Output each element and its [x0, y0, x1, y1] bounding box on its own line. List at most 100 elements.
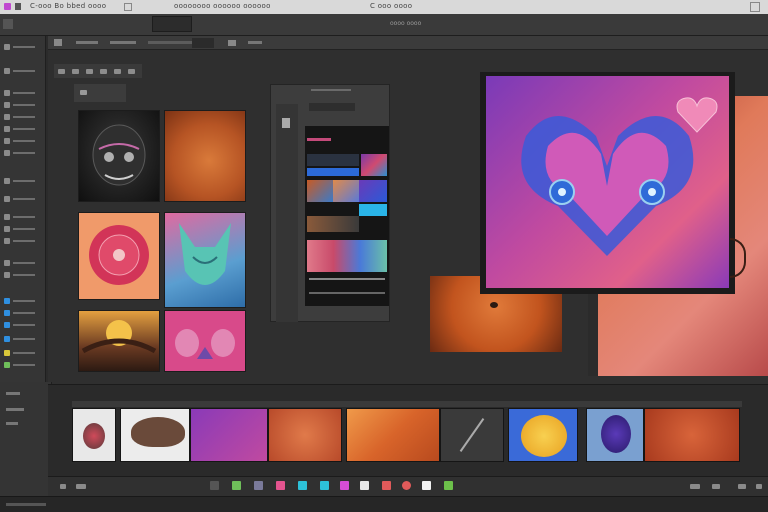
- preview-row-selected[interactable]: [307, 168, 359, 176]
- zoom-out-icon[interactable]: [690, 484, 700, 489]
- thumbnail-pink-circle[interactable]: [78, 212, 160, 300]
- tab-label[interactable]: [110, 41, 136, 44]
- filter-icon[interactable]: [86, 69, 93, 74]
- tool-item[interactable]: [4, 334, 40, 344]
- preview-row[interactable]: [307, 154, 359, 166]
- tool-swatch: [4, 114, 10, 120]
- preview-thumb[interactable]: [307, 180, 333, 202]
- more-icon[interactable]: [128, 69, 135, 74]
- toolbar-icon[interactable]: [254, 481, 263, 490]
- app-icon[interactable]: [4, 3, 11, 10]
- tool-item[interactable]: [4, 194, 40, 204]
- preview-thumb-selected[interactable]: [359, 204, 387, 216]
- grid-icon[interactable]: [58, 69, 65, 74]
- filmstrip-thumb[interactable]: [346, 408, 440, 462]
- toolbar-icon[interactable]: [444, 481, 453, 490]
- tab-icon[interactable]: [228, 40, 236, 46]
- tab-label[interactable]: [148, 41, 192, 44]
- close-window-button[interactable]: [750, 2, 760, 12]
- thumbnail-teal-creature[interactable]: [164, 212, 246, 308]
- toolbar-icon[interactable]: [320, 481, 329, 490]
- preview-thumb[interactable]: [359, 180, 387, 202]
- list-icon[interactable]: [72, 69, 79, 74]
- filmstrip-thumb[interactable]: [440, 408, 504, 462]
- heart-icon[interactable]: [674, 94, 720, 134]
- tool-item[interactable]: [4, 88, 40, 98]
- thumbnail-orange-texture[interactable]: [164, 110, 246, 202]
- tool-item[interactable]: [4, 112, 40, 122]
- sort-icon[interactable]: [100, 69, 107, 74]
- thumbnail-mask[interactable]: [78, 110, 160, 202]
- tool-item[interactable]: [4, 212, 40, 222]
- menu-icon[interactable]: [15, 3, 21, 10]
- preview-row[interactable]: [307, 216, 359, 232]
- filmstrip-thumb[interactable]: [72, 408, 116, 462]
- tool-item[interactable]: [4, 136, 40, 146]
- toolbar-icon[interactable]: [402, 481, 411, 490]
- window-button[interactable]: [124, 3, 132, 11]
- play-icon[interactable]: [76, 484, 86, 489]
- toolbar-icon[interactable]: [422, 481, 431, 490]
- preview-thumb-wide[interactable]: [307, 240, 387, 272]
- tool-item[interactable]: [4, 148, 40, 158]
- filmstrip-thumb[interactable]: [508, 408, 578, 462]
- toolbar-icon[interactable]: [232, 481, 241, 490]
- filmstrip-thumb[interactable]: [268, 408, 342, 462]
- tool-item[interactable]: [4, 258, 40, 268]
- zoom-in-icon[interactable]: [712, 484, 720, 489]
- view-icon[interactable]: [114, 69, 121, 74]
- tool-item[interactable]: [4, 224, 40, 234]
- expand-icon[interactable]: [756, 484, 762, 489]
- toolbar-icon[interactable]: [276, 481, 285, 490]
- tool-item[interactable]: [4, 176, 40, 186]
- tool-item[interactable]: [4, 236, 40, 246]
- preview-thumb[interactable]: [361, 154, 387, 176]
- mask-art: [92, 124, 146, 186]
- toolbar-icon[interactable]: [340, 481, 349, 490]
- tool-swatch: [4, 126, 10, 132]
- tab-label[interactable]: [76, 41, 98, 44]
- tool-swatch: [4, 138, 10, 144]
- toolbar-icon[interactable]: [382, 481, 391, 490]
- title-bar: C-ooo Bo bbed oooo oooooooo oooooo ooooo…: [0, 0, 768, 14]
- tab-active[interactable]: [192, 38, 214, 48]
- tool-swatch: [4, 362, 10, 368]
- filmstrip-thumb[interactable]: [586, 408, 644, 462]
- filmstrip-header: [72, 401, 742, 407]
- toolbar-icon[interactable]: [298, 481, 307, 490]
- toolbar-field[interactable]: [152, 16, 192, 32]
- thumbnail-magenta-pattern[interactable]: [164, 310, 246, 372]
- filmstrip-thumb[interactable]: [190, 408, 268, 462]
- tool-swatch: [4, 310, 10, 316]
- filmstrip-thumb[interactable]: [644, 408, 740, 462]
- tool-item[interactable]: [4, 360, 40, 370]
- pen-tool-icon[interactable]: [3, 19, 13, 29]
- tool-item[interactable]: [4, 348, 40, 358]
- tab-label[interactable]: [248, 41, 262, 44]
- grid-toolbar: [54, 64, 142, 78]
- status-bar: [0, 496, 768, 512]
- tool-item-selected[interactable]: [4, 296, 40, 306]
- tool-item[interactable]: [4, 42, 40, 52]
- back-icon[interactable]: [54, 39, 62, 46]
- scroll-handle[interactable]: [282, 118, 290, 128]
- tool-item[interactable]: [4, 308, 40, 318]
- tool-swatch: [4, 322, 10, 328]
- settings-icon[interactable]: [738, 484, 746, 489]
- preview-thumb[interactable]: [333, 180, 359, 202]
- tool-item[interactable]: [4, 270, 40, 280]
- filmstrip-thumb[interactable]: [120, 408, 190, 462]
- preview-progress: [309, 278, 385, 280]
- thumbnail-golden-orb[interactable]: [78, 310, 160, 372]
- tool-item[interactable]: [4, 66, 40, 76]
- tool-item[interactable]: [4, 100, 40, 110]
- preview-panel-bar[interactable]: [309, 103, 355, 111]
- folder-icon[interactable]: [80, 90, 87, 95]
- tool-item[interactable]: [4, 124, 40, 134]
- toolbar-icon[interactable]: [360, 481, 369, 490]
- prev-icon[interactable]: [60, 484, 66, 489]
- golden-orb-art: [81, 320, 157, 354]
- left-tool-strip: [0, 36, 46, 382]
- toolbar-icon[interactable]: [210, 481, 219, 490]
- tool-item[interactable]: [4, 320, 40, 330]
